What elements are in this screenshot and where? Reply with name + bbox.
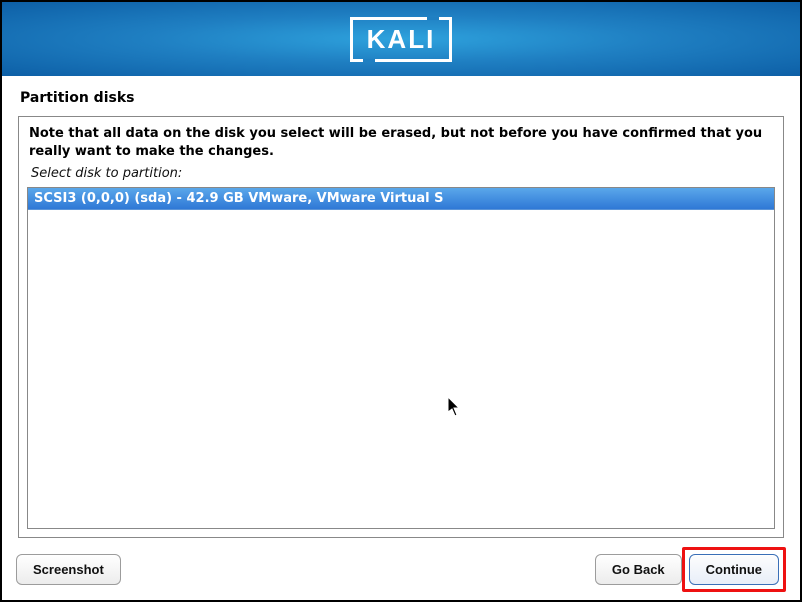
disk-listbox[interactable]: SCSI3 (0,0,0) (sda) - 42.9 GB VMware, VM… bbox=[27, 187, 775, 529]
screenshot-button[interactable]: Screenshot bbox=[16, 554, 121, 585]
header-banner: KALI bbox=[2, 2, 800, 76]
installer-window: KALI Partition disks Note that all data … bbox=[0, 0, 802, 602]
kali-logo-text: KALI bbox=[367, 24, 436, 55]
select-disk-prompt: Select disk to partition: bbox=[31, 166, 771, 181]
footer-bar: Screenshot Go Back Continue bbox=[2, 538, 800, 600]
kali-logo: KALI bbox=[350, 17, 453, 62]
content-area: Partition disks Note that all data on th… bbox=[2, 76, 800, 538]
page-title: Partition disks bbox=[20, 90, 784, 106]
partition-panel: Note that all data on the disk you selec… bbox=[18, 116, 784, 538]
go-back-button[interactable]: Go Back bbox=[595, 554, 682, 585]
warning-text: Note that all data on the disk you selec… bbox=[29, 125, 773, 160]
continue-button[interactable]: Continue bbox=[689, 554, 779, 585]
disk-option[interactable]: SCSI3 (0,0,0) (sda) - 42.9 GB VMware, VM… bbox=[28, 188, 774, 210]
continue-highlight: Continue bbox=[682, 547, 786, 592]
